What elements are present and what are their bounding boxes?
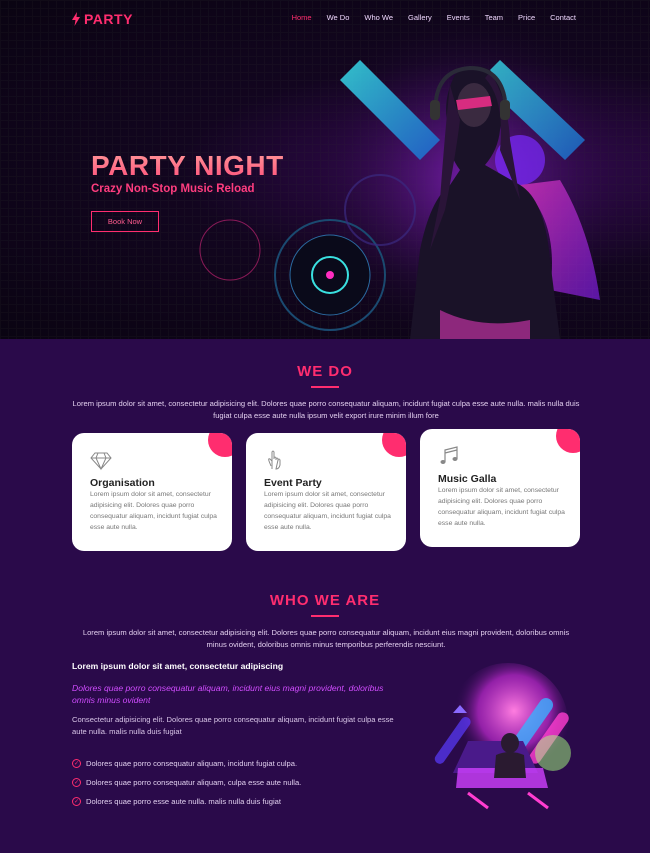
dj-illustration xyxy=(434,663,571,810)
card-organisation[interactable]: Organisation Lorem ipsum dolor sit amet,… xyxy=(72,433,232,551)
card-text: Lorem ipsum dolor sit amet, consectetur … xyxy=(438,487,565,527)
check-circle-icon: ✓ xyxy=(72,759,81,768)
checklist-item: ✓ Dolores quae porro consequatur aliquam… xyxy=(72,754,301,773)
card-title: Event Party xyxy=(264,477,322,489)
checklist-item: ✓ Dolores quae porro consequatur aliquam… xyxy=(72,773,301,792)
who-paragraph: Consectetur adipisicing elit. Dolores qu… xyxy=(72,715,394,736)
checklist-item: ✓ Dolores quae porro esse aute nulla. ma… xyxy=(72,792,301,811)
checklist-text: Dolores quae porro consequatur aliquam, … xyxy=(86,778,302,787)
nav-link-gallery[interactable]: Gallery xyxy=(408,13,432,22)
nav-menu: Home We Do Who We Gallery Events Team Pr… xyxy=(292,13,576,22)
book-now-button[interactable]: Book Now xyxy=(91,211,159,232)
nav-link-who-we[interactable]: Who We xyxy=(364,13,393,22)
card-accent-dot xyxy=(382,433,406,457)
lightning-bolt-icon xyxy=(72,12,80,26)
feature-checklist: ✓ Dolores quae porro consequatur aliquam… xyxy=(72,754,301,811)
hero-section: PARTY Home We Do Who We Gallery Events T… xyxy=(0,0,650,339)
who-heading: Lorem ipsum dolor sit amet, consectetur … xyxy=(72,661,284,671)
card-text: Lorem ipsum dolor sit amet, consectetur … xyxy=(264,491,391,531)
hero-subtitle: Crazy Non-Stop Music Reload xyxy=(91,183,255,195)
check-circle-icon: ✓ xyxy=(72,778,81,787)
checklist-text: Dolores quae porro consequatur aliquam, … xyxy=(86,759,298,768)
checklist-text: Dolores quae porro esse aute nulla. mali… xyxy=(86,797,282,806)
nav-link-home[interactable]: Home xyxy=(292,13,312,22)
logo-text: PARTY xyxy=(84,11,133,27)
music-note-icon xyxy=(440,446,458,464)
card-accent-dot xyxy=(556,429,580,453)
check-circle-icon: ✓ xyxy=(72,797,81,806)
diamond-icon xyxy=(90,452,112,471)
card-text: Lorem ipsum dolor sit amet, consectetur … xyxy=(90,491,217,531)
card-music-galla[interactable]: Music Galla Lorem ipsum dolor sit amet, … xyxy=(420,429,580,547)
card-title: Organisation xyxy=(90,477,155,489)
who-we-are-title: WHO WE ARE xyxy=(269,592,381,609)
nav-link-we-do[interactable]: We Do xyxy=(327,13,350,22)
card-accent-dot xyxy=(208,433,232,457)
logo[interactable]: PARTY xyxy=(72,11,133,27)
we-do-intro: Lorem ipsum dolor sit amet, consectetur … xyxy=(72,399,580,420)
card-event-party[interactable]: Event Party Lorem ipsum dolor sit amet, … xyxy=(246,433,406,551)
we-do-underline xyxy=(311,386,339,388)
hand-pointer-icon xyxy=(268,450,281,470)
hero-title: PARTY NIGHT xyxy=(91,150,284,181)
we-do-title: WE DO xyxy=(297,363,353,380)
nav-link-team[interactable]: Team xyxy=(485,13,503,22)
top-nav: PARTY Home We Do Who We Gallery Events T… xyxy=(0,0,650,36)
who-italic-text: Dolores quae porro consequatur aliquam, … xyxy=(72,683,384,705)
nav-link-events[interactable]: Events xyxy=(447,13,470,22)
card-title: Music Galla xyxy=(438,473,497,485)
who-we-are-intro: Lorem ipsum dolor sit amet, consectetur … xyxy=(82,628,570,649)
nav-link-contact[interactable]: Contact xyxy=(550,13,576,22)
nav-link-price[interactable]: Price xyxy=(518,13,535,22)
who-we-are-underline xyxy=(311,615,339,617)
